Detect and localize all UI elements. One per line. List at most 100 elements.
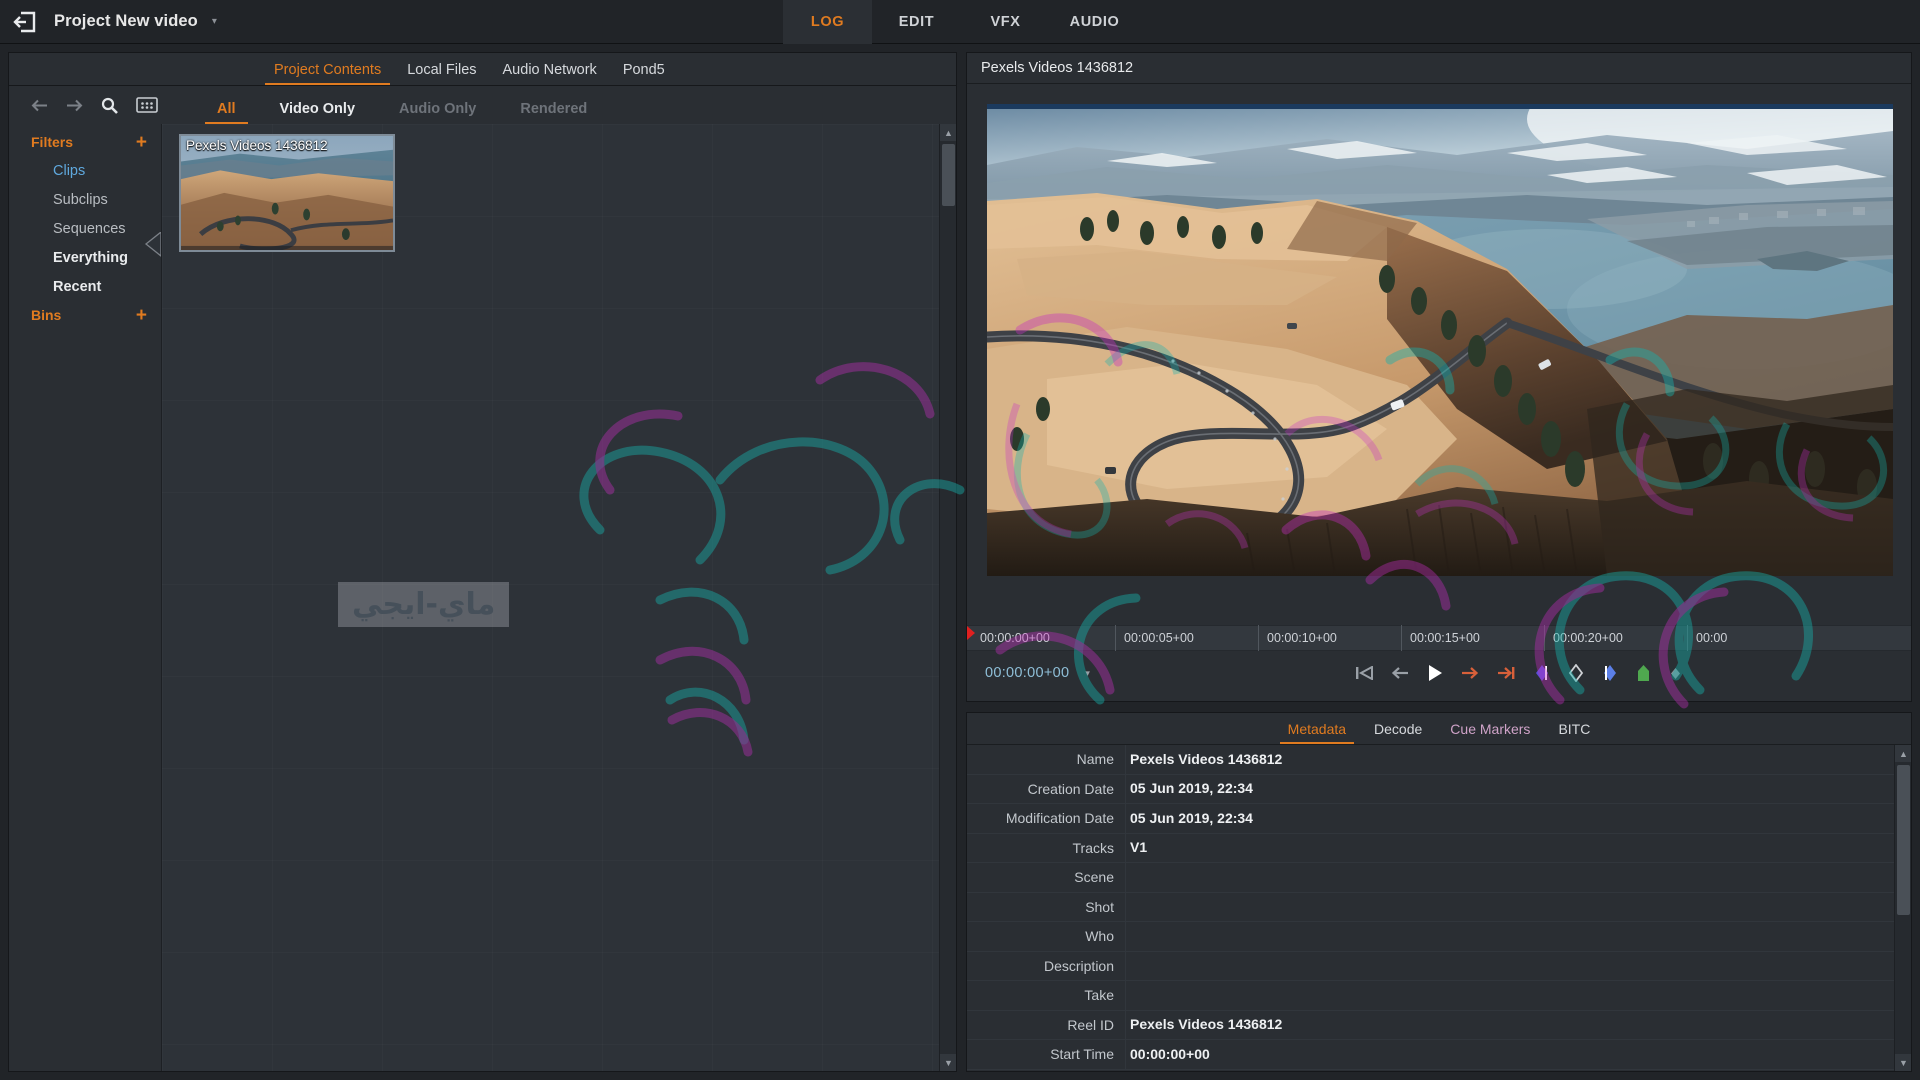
tab-audio[interactable]: AUDIO (1050, 0, 1139, 44)
mark-clip-icon[interactable] (1568, 664, 1584, 682)
add-filter-button[interactable]: + (136, 133, 147, 152)
sidebar-item-everything[interactable]: Everything (9, 243, 161, 272)
tab-decode[interactable]: Decode (1360, 721, 1436, 744)
browser-toolbar: All Video Only Audio Only Rendered (9, 86, 956, 124)
ruler-tick: 00:00:15+00 (1401, 625, 1544, 651)
metadata-tabs: Metadata Decode Cue Markers BITC (967, 713, 1911, 745)
table-row[interactable]: Shot (967, 893, 1911, 923)
clip-thumbnail[interactable]: Pexels Videos 1436812 (179, 134, 395, 252)
clip-grid[interactable]: Pexels Videos 1436812 ▲ ▼ ماي-ايجي (161, 124, 956, 1071)
mark-in-icon[interactable] (1534, 664, 1550, 682)
metadata-value[interactable] (1125, 863, 1911, 893)
go-to-end-icon[interactable] (1497, 666, 1516, 680)
scroll-thumb[interactable] (1897, 765, 1910, 915)
tab-cue-markers[interactable]: Cue Markers (1436, 721, 1544, 744)
metadata-key: Description (967, 958, 1125, 974)
step-forward-icon[interactable] (1461, 666, 1479, 680)
tab-vfx[interactable]: VFX (961, 0, 1050, 44)
search-icon[interactable] (101, 97, 118, 114)
metadata-value[interactable]: Pexels Videos 1436812 (1125, 1010, 1911, 1040)
metadata-value[interactable]: V1 (1125, 833, 1911, 863)
metadata-value[interactable] (1125, 892, 1911, 922)
exit-project-icon[interactable] (12, 9, 38, 35)
arrow-left-icon[interactable] (31, 99, 48, 112)
filter-tab-audio-only[interactable]: Audio Only (377, 101, 498, 124)
tab-pond5[interactable]: Pond5 (610, 62, 678, 85)
scroll-down-icon[interactable]: ▼ (1895, 1054, 1911, 1071)
browser-body: Filters + Clips Subclips Sequences Every… (9, 124, 956, 1071)
table-row[interactable]: Modification Date 05 Jun 2019, 22:34 (967, 804, 1911, 834)
tab-bitc[interactable]: BITC (1544, 721, 1604, 744)
tab-local-files[interactable]: Local Files (394, 62, 489, 85)
clip-grid-scrollbar[interactable]: ▲ ▼ (939, 124, 956, 1071)
mode-tabs: LOG EDIT VFX AUDIO (783, 0, 1139, 44)
metadata-key: Shot (967, 899, 1125, 915)
add-bin-button[interactable]: + (136, 306, 147, 325)
table-row[interactable]: Scene (967, 863, 1911, 893)
app-window: Project New video ▾ LOG EDIT VFX AUDIO P… (0, 0, 1920, 1080)
video-preview[interactable] (987, 104, 1893, 576)
metadata-key: Modification Date (967, 810, 1125, 826)
scroll-up-icon[interactable]: ▲ (940, 124, 956, 141)
project-dropdown-caret[interactable]: ▾ (212, 16, 217, 27)
tab-audio-network[interactable]: Audio Network (490, 62, 610, 85)
metadata-value[interactable] (1125, 922, 1911, 952)
table-row[interactable]: Who (967, 922, 1911, 952)
step-back-icon[interactable] (1391, 666, 1409, 680)
scroll-thumb[interactable] (942, 144, 955, 206)
metadata-scrollbar[interactable]: ▲ ▼ (1894, 745, 1911, 1071)
metadata-value[interactable]: Pexels Videos 1436812 (1125, 745, 1911, 774)
play-icon[interactable] (1427, 664, 1443, 682)
browser-nav-icons (9, 97, 161, 114)
add-marker-icon[interactable] (1636, 664, 1651, 682)
scroll-up-icon[interactable]: ▲ (1895, 745, 1911, 762)
viewer-title: Pexels Videos 1436812 (967, 53, 1911, 84)
grid-background (162, 124, 956, 1071)
table-row[interactable]: Reel ID Pexels Videos 1436812 (967, 1011, 1911, 1041)
timecode-dropdown-caret[interactable]: ▾ (1085, 668, 1090, 679)
go-to-start-icon[interactable] (1355, 666, 1373, 680)
bins-label: Bins (31, 307, 61, 323)
tab-edit[interactable]: EDIT (872, 0, 961, 44)
filter-tab-rendered[interactable]: Rendered (498, 101, 609, 124)
sidebar-item-sequences[interactable]: Sequences (9, 214, 161, 243)
current-timecode[interactable]: 00:00:00+00 (985, 665, 1069, 681)
table-row[interactable]: Creation Date 05 Jun 2019, 22:34 (967, 775, 1911, 805)
video-frame-image (987, 109, 1893, 576)
mark-out-icon[interactable] (1602, 664, 1618, 682)
metadata-key: Reel ID (967, 1017, 1125, 1033)
add-keyframe-icon[interactable] (1669, 667, 1682, 680)
table-row[interactable]: Description (967, 952, 1911, 982)
filter-tab-all[interactable]: All (195, 101, 258, 124)
metadata-key: Scene (967, 869, 1125, 885)
metadata-panel: Metadata Decode Cue Markers BITC Name Pe… (966, 712, 1912, 1072)
metadata-key: Name (967, 751, 1125, 767)
metadata-value[interactable]: 00:00:00+00 (1125, 1040, 1911, 1070)
tab-log[interactable]: LOG (783, 0, 872, 44)
browser-source-tabs: Project Contents Local Files Audio Netwo… (9, 53, 956, 86)
metadata-value[interactable] (1125, 981, 1911, 1011)
tab-metadata[interactable]: Metadata (1274, 721, 1360, 744)
scroll-down-icon[interactable]: ▼ (940, 1054, 956, 1071)
table-row[interactable]: Start Time 00:00:00+00 (967, 1040, 1911, 1070)
table-row[interactable]: Name Pexels Videos 1436812 (967, 745, 1911, 775)
table-row[interactable]: Take (967, 981, 1911, 1011)
top-bar: Project New video ▾ LOG EDIT VFX AUDIO (0, 0, 1920, 44)
sidebar-item-recent[interactable]: Recent (9, 272, 161, 301)
ruler-tick: 00:00:20+00 (1544, 625, 1687, 651)
metadata-value[interactable] (1125, 951, 1911, 981)
table-row[interactable]: Tracks V1 (967, 834, 1911, 864)
grid-view-icon[interactable] (136, 97, 158, 113)
playhead-icon[interactable] (967, 626, 975, 640)
metadata-value[interactable]: 05 Jun 2019, 22:34 (1125, 774, 1911, 804)
arrow-right-icon[interactable] (66, 99, 83, 112)
filter-tab-video-only[interactable]: Video Only (258, 101, 377, 124)
metadata-value[interactable]: 05 Jun 2019, 22:34 (1125, 804, 1911, 834)
sidebar-item-subclips[interactable]: Subclips (9, 185, 161, 214)
viewer-timeline-ruler[interactable]: 00:00:00+00 00:00:05+00 00:00:10+00 00:0… (967, 625, 1911, 651)
metadata-key: Take (967, 987, 1125, 1003)
sidebar-item-clips[interactable]: Clips (9, 156, 161, 185)
clip-cell[interactable]: Pexels Videos 1436812 (179, 134, 395, 252)
browser-sidebar: Filters + Clips Subclips Sequences Every… (9, 124, 161, 1071)
tab-project-contents[interactable]: Project Contents (261, 62, 394, 85)
